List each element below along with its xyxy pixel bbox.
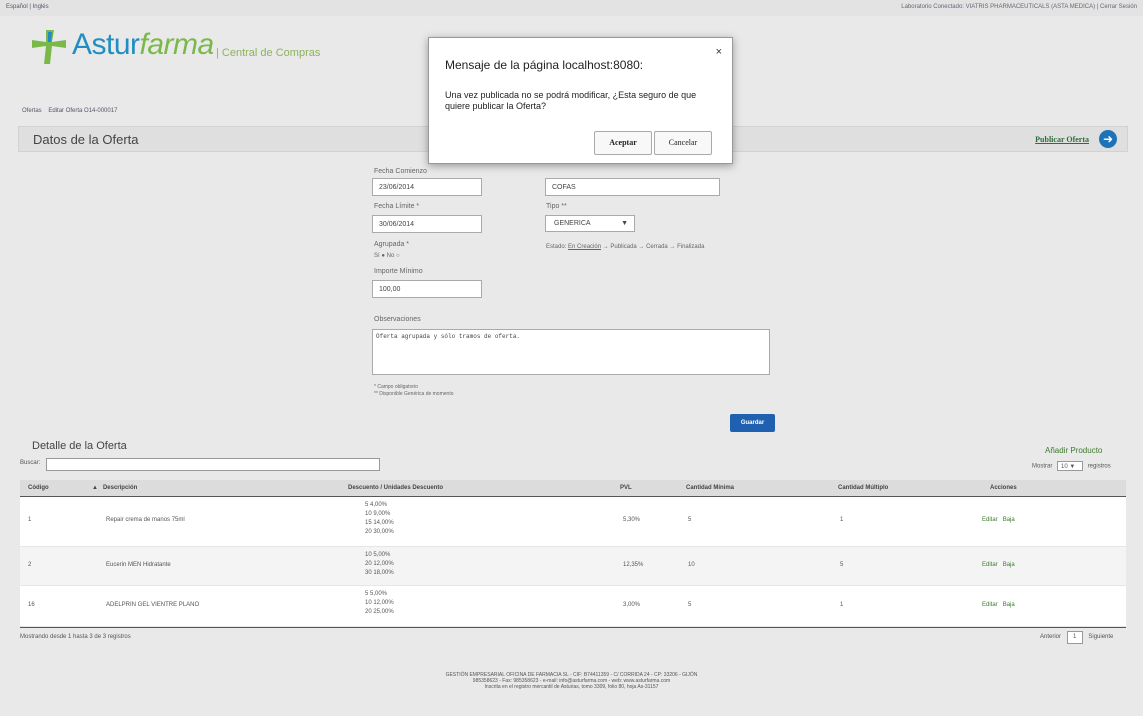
logout-link[interactable]: Cerrar Sesión: [1100, 4, 1137, 10]
col-codigo[interactable]: Código: [28, 485, 49, 491]
breadcrumb-ofertas[interactable]: Ofertas: [22, 108, 42, 114]
cell-min: 5: [688, 517, 692, 523]
delete-link[interactable]: Baja: [1003, 602, 1015, 608]
search-input[interactable]: [46, 458, 380, 471]
col-descripcion[interactable]: ▲ Descripción: [92, 485, 137, 491]
cell-descuentos: 10 5,00% 20 12,00% 30 18,00%: [365, 552, 394, 576]
cell-descuentos: 5 4,00% 10 9,00% 15 14,00% 20 30,00%: [365, 502, 394, 535]
col-acciones: Acciones: [990, 485, 1017, 491]
edit-link[interactable]: Editar: [982, 517, 998, 523]
page-number[interactable]: 1: [1066, 631, 1083, 644]
fecha-limite-label: Fecha Límite *: [374, 203, 420, 210]
observaciones-label: Observaciones: [374, 316, 421, 323]
agrupada-label: Agrupada *: [374, 241, 410, 248]
tipo-label: Tipo **: [546, 203, 567, 210]
accept-button[interactable]: Aceptar: [594, 131, 652, 155]
availability-note: ** Disponible Genérica de momento: [374, 391, 454, 397]
lang-es-link[interactable]: Español: [6, 4, 28, 10]
lab-label: Laboratorio Conectado: VIATRIS PHARMACEU…: [901, 4, 1096, 10]
col-cantidad-multiplo[interactable]: Cantidad Múltiplo: [838, 485, 888, 491]
footer-line3: Inscrita en el registro mercantil de Ast…: [484, 684, 659, 690]
user-info: Laboratorio Conectado: VIATRIS PHARMACEU…: [901, 4, 1137, 10]
arrow-icon[interactable]: ➜: [1099, 130, 1117, 148]
delete-link[interactable]: Baja: [1003, 562, 1015, 568]
edit-link[interactable]: Editar: [982, 602, 998, 608]
cell-descripcion: ADELPRIN GEL VIENTRE PLANO: [106, 602, 200, 608]
breadcrumb: Ofertas Editar Oferta O14-000017: [22, 108, 117, 114]
row-actions: Editar Baja: [982, 562, 1015, 568]
tipo-select[interactable]: GENERICA ▼: [545, 215, 635, 232]
importe-field[interactable]: 100,00: [372, 280, 482, 298]
lang-en-link[interactable]: Inglés: [33, 4, 49, 10]
fecha-comienzo-label: Fecha Comienzo: [374, 168, 427, 175]
required-note: * Campo obligatorio: [374, 384, 418, 390]
agrupada-radio-group[interactable]: Sí ● No ○: [374, 253, 400, 259]
fecha-comienzo-field[interactable]: 23/06/2014: [372, 178, 482, 196]
estado-indicator: Estado: En Creación → Publicada → Cerrad…: [546, 244, 705, 250]
table-info: Mostrando desde 1 hasta 3 de 3 registros: [20, 634, 131, 640]
table-bottom-border: [20, 627, 1126, 628]
cell-descripcion: Eucerin MEN Hidratante: [106, 562, 171, 568]
dialog-title: Mensaje de la página localhost:8080:: [445, 58, 644, 72]
cell-descripcion: Repair crema de manos 75ml: [106, 517, 185, 523]
cell-codigo: 2: [28, 562, 32, 568]
cell-codigo: 1: [28, 517, 32, 523]
top-bar: Español | Inglés Laboratorio Conectado: …: [0, 0, 1143, 16]
cell-codigo: 16: [28, 602, 35, 608]
prev-page-link[interactable]: Anterior: [1040, 634, 1061, 640]
chevron-down-icon: ▼: [621, 220, 628, 227]
col-pvl[interactable]: PVL: [620, 485, 632, 491]
col-descuento[interactable]: Descuento / Unidades Descuento: [348, 485, 443, 491]
cancel-button[interactable]: Cancelar: [654, 131, 712, 155]
cell-pvl: 5,30%: [623, 517, 641, 523]
lang-separator: |: [29, 4, 31, 10]
detail-title: Detalle de la Oferta: [32, 440, 127, 452]
publish-offer-link[interactable]: Publicar Oferta: [1035, 135, 1089, 144]
close-icon[interactable]: ×: [716, 46, 722, 58]
cell-pvl: 3,00%: [623, 602, 641, 608]
brand-subtitle: | Central de Compras: [216, 47, 321, 59]
search-label: Buscar:: [20, 460, 41, 466]
dialog-message: Una vez publicada no se podrá modificar,…: [445, 90, 697, 111]
page-size-select[interactable]: 10 ▼: [1057, 461, 1084, 471]
confirm-dialog: Mensaje de la página localhost:8080: × U…: [428, 37, 733, 164]
cell-pvl: 12,35%: [623, 562, 644, 568]
table-row: 2 Eucerin MEN Hidratante 10 5,00% 20 12,…: [20, 547, 1126, 586]
pagination: Anterior 1 Siguiente: [1040, 631, 1113, 644]
delete-link[interactable]: Baja: [1003, 517, 1015, 523]
cell-min: 10: [688, 562, 695, 568]
col-cantidad-minima[interactable]: Cantidad Mínima: [686, 485, 734, 491]
footer: GESTIÓN EMPRESARIAL OFICINA DE FARMACIA …: [0, 672, 1143, 690]
fecha-limite-field[interactable]: 30/06/2014: [372, 215, 482, 233]
add-product-link[interactable]: Añadir Producto: [1045, 446, 1102, 455]
cell-mult: 1: [840, 602, 844, 608]
brand-name: Asturfarma: [72, 28, 214, 61]
cofas-field[interactable]: COFAS: [545, 178, 720, 196]
row-actions: Editar Baja: [982, 517, 1015, 523]
cell-min: 5: [688, 602, 692, 608]
products-table: Código ▲ Descripción Descuento / Unidade…: [20, 480, 1126, 628]
save-button[interactable]: Guardar: [730, 414, 775, 432]
importe-label: Importe Mínimo: [374, 268, 423, 275]
cell-descuentos: 5 5,00% 10 12,00% 20 25,00%: [365, 591, 394, 615]
page-title: Datos de la Oferta: [33, 132, 139, 147]
breadcrumb-current: Editar Oferta O14-000017: [48, 108, 118, 114]
page-size-control: Mostrar 10 ▼ registros: [1032, 461, 1111, 471]
observaciones-textarea[interactable]: Oferta agrupada y sólo tramos de oferta.: [372, 329, 770, 375]
row-actions: Editar Baja: [982, 602, 1015, 608]
cell-mult: 5: [840, 562, 844, 568]
table-row: 16 ADELPRIN GEL VIENTRE PLANO 5 5,00% 10…: [20, 586, 1126, 627]
cross-logo-icon: [32, 30, 66, 64]
cell-mult: 1: [840, 517, 844, 523]
next-page-link[interactable]: Siguiente: [1088, 634, 1113, 640]
edit-link[interactable]: Editar: [982, 562, 998, 568]
table-row: 1 Repair crema de manos 75ml 5 4,00% 10 …: [20, 497, 1126, 547]
table-header: Código ▲ Descripción Descuento / Unidade…: [20, 480, 1126, 497]
language-switcher: Español | Inglés: [6, 4, 49, 10]
